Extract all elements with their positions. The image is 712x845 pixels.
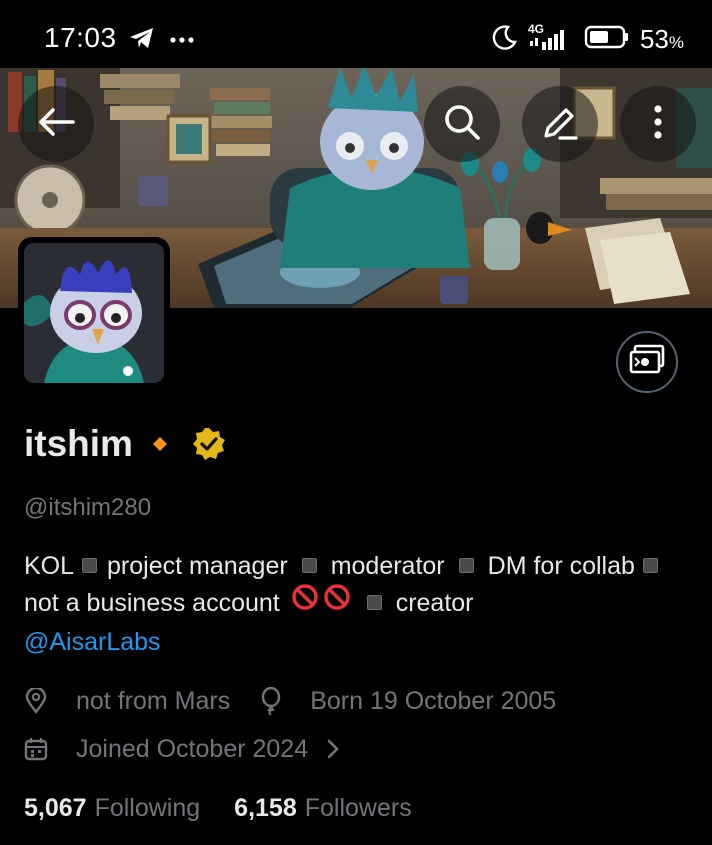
birthday-text: Born 19 October 2005 — [310, 686, 557, 715]
battery-percent-unit: % — [668, 32, 684, 52]
back-button[interactable] — [18, 86, 94, 162]
following-label: Following — [94, 793, 201, 822]
battery-percent: 53 — [639, 23, 669, 54]
avatar-frame[interactable] — [18, 237, 170, 389]
edit-button[interactable] — [522, 86, 598, 162]
search-button[interactable] — [424, 86, 500, 162]
bio-text: creator — [395, 589, 474, 618]
followers-link[interactable]: 6,158 Followers — [234, 794, 446, 823]
square-icon — [642, 557, 658, 573]
display-name-row: itshim — [24, 422, 227, 466]
followers-label: Followers — [304, 793, 412, 822]
telegram-icon — [128, 26, 156, 55]
status-bar: 17:03 4G 53 % — [0, 0, 712, 68]
location-text: not from Mars — [76, 686, 231, 715]
more-dots-icon — [170, 31, 194, 49]
balloon-icon — [260, 687, 296, 715]
search-icon — [442, 102, 482, 147]
affiliate-diamond-icon — [151, 435, 169, 453]
status-left-icons — [128, 26, 194, 54]
status-time: 17:03 — [44, 22, 117, 53]
arrow-left-icon — [37, 107, 75, 142]
location-item: not from Mars — [24, 687, 230, 716]
bio-text: not a business account — [24, 589, 280, 618]
square-icon — [366, 595, 382, 610]
follow-stats: 5,067 Following 6,158 Followers — [24, 790, 446, 826]
square-icon — [458, 557, 474, 573]
calendar-icon — [24, 737, 62, 761]
birthday-item: Born 19 October 2005 — [260, 687, 556, 716]
bio-text: DM for collab — [487, 552, 635, 580]
no-entry-icon — [291, 583, 353, 622]
status-right: 4G 53 % — [492, 22, 684, 56]
verified-badge-icon[interactable] — [191, 426, 227, 462]
square-icon — [82, 557, 98, 573]
bio-text: moderator — [330, 552, 445, 580]
joined-row[interactable]: Joined October 2024 — [24, 732, 354, 766]
joined-text: Joined October 2024 — [76, 734, 309, 763]
more-options-button[interactable] — [620, 86, 696, 162]
square-icon — [301, 557, 317, 573]
monetization-button[interactable] — [616, 331, 678, 393]
signal-icon: 4G — [528, 22, 574, 54]
more-vertical-icon — [653, 104, 663, 145]
following-link[interactable]: 5,067 Following — [24, 794, 234, 823]
battery-icon — [584, 24, 630, 55]
location-pin-icon — [24, 688, 62, 714]
pencil-icon — [540, 102, 580, 147]
following-count: 5,067 — [24, 793, 87, 822]
profile-meta-row: not from Mars Born 19 October 2005 — [24, 684, 556, 718]
chevron-right-icon — [326, 738, 354, 760]
bio-text: project manager — [107, 552, 288, 580]
moon-icon — [492, 24, 518, 55]
bio: KOL project manager moderator DM for collab… — [24, 548, 694, 661]
joined-item[interactable]: Joined October 2024 — [24, 735, 354, 764]
bio-mention-link[interactable]: @AisarLabs — [24, 628, 161, 656]
bio-text: KOL — [24, 552, 75, 580]
handle: @itshim280 — [24, 494, 152, 521]
avatar — [24, 243, 164, 383]
display-name: itshim — [24, 423, 133, 464]
followers-count: 6,158 — [234, 793, 297, 822]
money-icon — [629, 344, 665, 381]
